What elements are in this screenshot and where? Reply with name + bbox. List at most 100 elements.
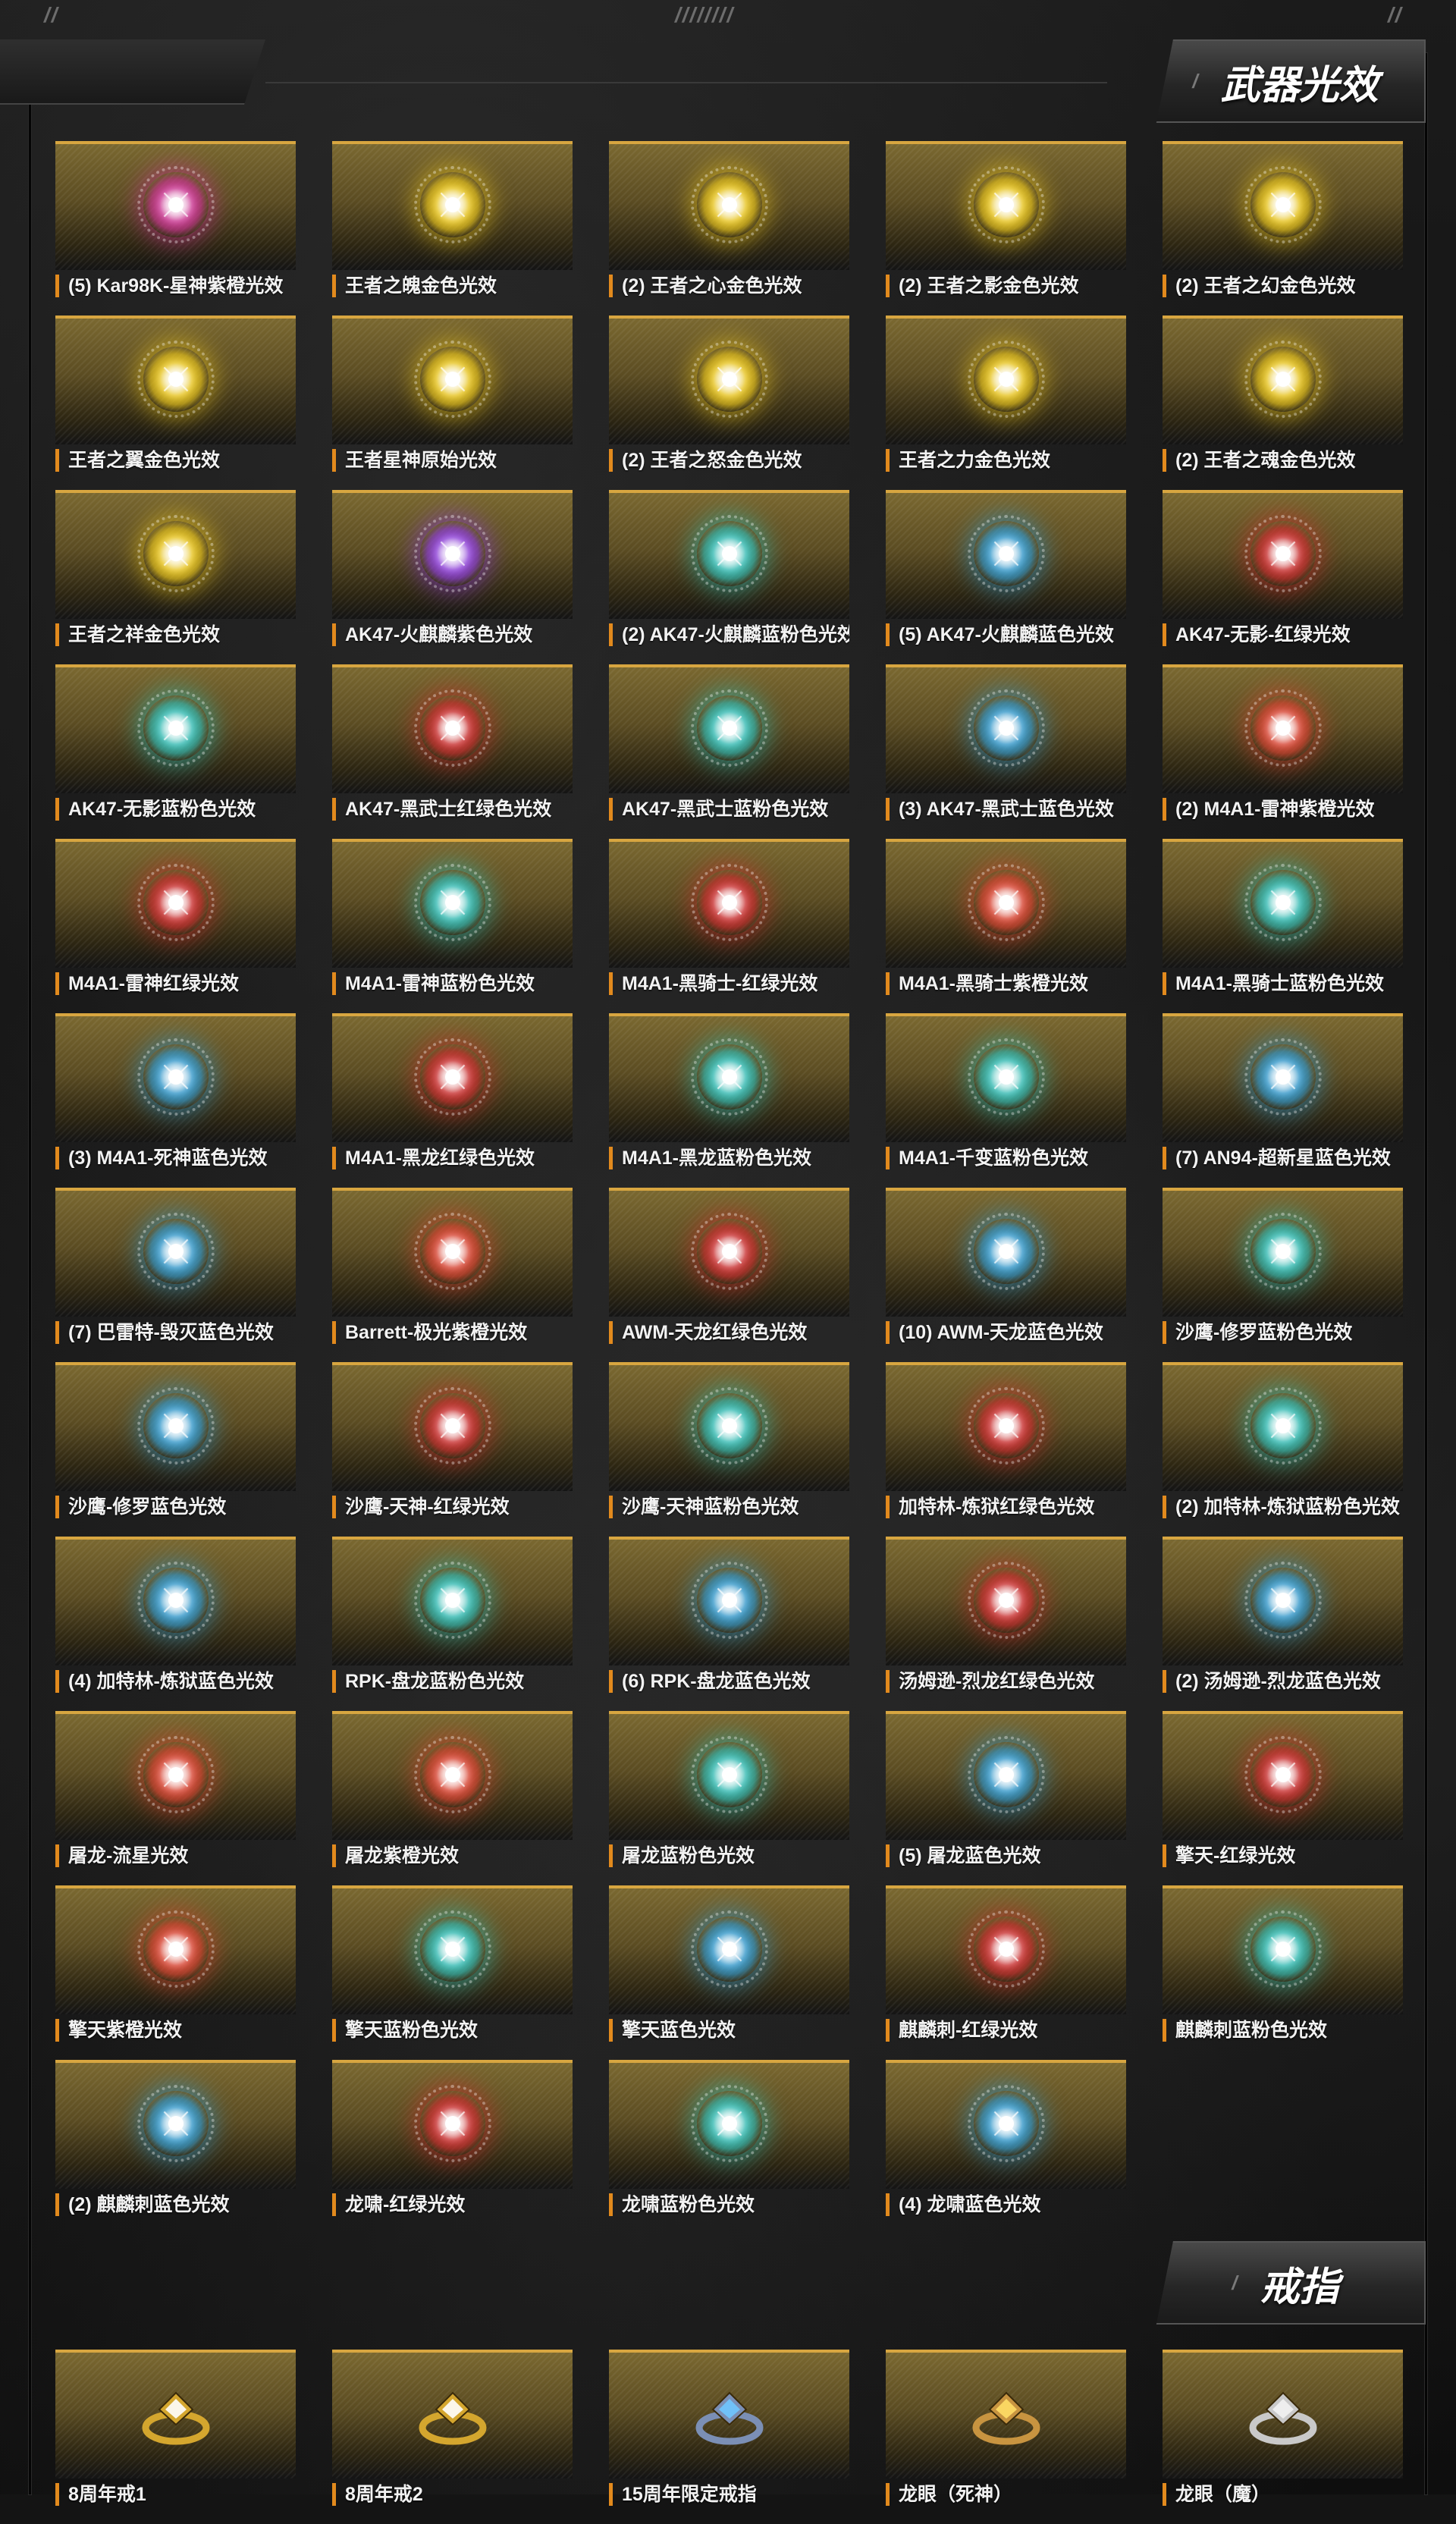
weapon-effect-card[interactable]: 擎天蓝色光效: [609, 1885, 849, 2060]
weapon-effect-card[interactable]: 屠龙蓝粉色光效: [609, 1711, 849, 1885]
weapon-effect-card[interactable]: 屠龙紫橙光效: [332, 1711, 573, 1885]
gold-ring-icon: [142, 2391, 209, 2445]
weapon-effect-card[interactable]: AK47-火麒麟紫色光效: [332, 490, 573, 664]
card-label: (2) AK47-火麒麟蓝粉色光效: [609, 623, 849, 646]
card-label: 汤姆逊-烈龙红绿色光效: [886, 1670, 1126, 1693]
card-thumbnail: [332, 490, 573, 619]
weapon-effect-card[interactable]: Barrett-极光紫橙光效: [332, 1188, 573, 1362]
glow-effect-icon: [690, 1212, 768, 1290]
card-label: 沙鹰-修罗蓝色光效: [55, 1496, 296, 1518]
weapon-effect-card[interactable]: (3) M4A1-死神蓝色光效: [55, 1013, 296, 1188]
weapon-effect-card[interactable]: 王者星神原始光效: [332, 316, 573, 490]
weapon-effect-card[interactable]: M4A1-黑骑士蓝粉色光效: [1163, 839, 1403, 1013]
weapon-effect-card[interactable]: M4A1-雷神红绿光效: [55, 839, 296, 1013]
weapon-effect-card[interactable]: (2) M4A1-雷神紫橙光效: [1163, 664, 1403, 839]
weapon-effect-card[interactable]: (4) 龙啸蓝色光效: [886, 2060, 1126, 2234]
weapon-effect-card[interactable]: 龙啸-红绿光效: [332, 2060, 573, 2234]
weapon-effect-card[interactable]: AK47-无影-红绿光效: [1163, 490, 1403, 664]
weapon-effect-card[interactable]: AWM-天龙红绿色光效: [609, 1188, 849, 1362]
card-thumbnail: [55, 1188, 296, 1317]
left-frame-border: [29, 53, 31, 2494]
header-divider: [265, 82, 1107, 83]
weapon-effect-card[interactable]: (2) 王者之魂金色光效: [1163, 316, 1403, 490]
weapon-effect-card[interactable]: (2) 王者之怒金色光效: [609, 316, 849, 490]
card-thumbnail: [886, 1885, 1126, 2014]
card-label: Barrett-极光紫橙光效: [332, 1321, 573, 1344]
card-thumbnail: [332, 2060, 573, 2189]
card-thumbnail: [1163, 1013, 1403, 1142]
weapon-effect-card[interactable]: 擎天-红绿光效: [1163, 1711, 1403, 1885]
ring-card[interactable]: 龙眼（魔）: [1163, 2350, 1403, 2524]
card-label: 擎天-红绿光效: [1163, 1844, 1403, 1867]
weapon-effect-card[interactable]: 龙啸蓝粉色光效: [609, 2060, 849, 2234]
ring-card[interactable]: 龙眼（死神）: [886, 2350, 1126, 2524]
weapon-effect-card[interactable]: M4A1-雷神蓝粉色光效: [332, 839, 573, 1013]
weapon-effect-card[interactable]: (6) RPK-盘龙蓝色光效: [609, 1537, 849, 1711]
weapon-effect-card[interactable]: AK47-无影蓝粉色光效: [55, 664, 296, 839]
weapon-effect-card[interactable]: 沙鹰-天神蓝粉色光效: [609, 1362, 849, 1537]
weapon-effect-card[interactable]: (7) 巴雷特-毁灭蓝色光效: [55, 1188, 296, 1362]
weapon-effect-card[interactable]: 加特林-炼狱红绿色光效: [886, 1362, 1126, 1537]
card-thumbnail: [55, 1711, 296, 1840]
weapon-effect-card[interactable]: (2) 王者之心金色光效: [609, 141, 849, 316]
weapon-effect-card[interactable]: (5) 屠龙蓝色光效: [886, 1711, 1126, 1885]
weapon-effect-card[interactable]: RPK-盘龙蓝粉色光效: [332, 1537, 573, 1711]
glow-effect-icon: [136, 1212, 215, 1290]
weapon-effect-card[interactable]: 汤姆逊-烈龙红绿色光效: [886, 1537, 1126, 1711]
card-label: 擎天蓝粉色光效: [332, 2019, 573, 2042]
weapon-effect-card[interactable]: 屠龙-流星光效: [55, 1711, 296, 1885]
card-label: (7) 巴雷特-毁灭蓝色光效: [55, 1321, 296, 1344]
card-thumbnail: [609, 1188, 849, 1317]
weapon-effect-card[interactable]: AK47-黑武士蓝粉色光效: [609, 664, 849, 839]
weapon-effect-card[interactable]: 王者之魄金色光效: [332, 141, 573, 316]
glow-effect-icon: [413, 2084, 491, 2162]
card-label: 15周年限定戒指: [609, 2483, 849, 2506]
weapon-effect-card[interactable]: 王者之力金色光效: [886, 316, 1126, 490]
card-label: M4A1-黑骑士-红绿光效: [609, 972, 849, 995]
weapon-effect-card[interactable]: 麒麟刺-红绿光效: [886, 1885, 1126, 2060]
ring-card[interactable]: 15周年限定戒指: [609, 2350, 849, 2524]
glow-effect-icon: [1244, 1910, 1322, 1988]
weapon-effect-card[interactable]: 沙鹰-修罗蓝色光效: [55, 1362, 296, 1537]
card-label: M4A1-雷神蓝粉色光效: [332, 972, 573, 995]
weapon-effect-card[interactable]: (5) AK47-火麒麟蓝色光效: [886, 490, 1126, 664]
card-thumbnail: [609, 1013, 849, 1142]
card-label: AK47-火麒麟紫色光效: [332, 623, 573, 646]
weapon-effect-card[interactable]: M4A1-黑骑士紫橙光效: [886, 839, 1126, 1013]
weapon-effect-card[interactable]: (10) AWM-天龙蓝色光效: [886, 1188, 1126, 1362]
weapon-effect-card[interactable]: (2) 加特林-炼狱蓝粉色光效: [1163, 1362, 1403, 1537]
card-label: 沙鹰-修罗蓝粉色光效: [1163, 1321, 1403, 1344]
weapon-effect-card[interactable]: M4A1-千变蓝粉色光效: [886, 1013, 1126, 1188]
weapon-effect-card[interactable]: 麒麟刺蓝粉色光效: [1163, 1885, 1403, 2060]
weapon-effect-card[interactable]: M4A1-黑骑士-红绿光效: [609, 839, 849, 1013]
weapon-effect-card[interactable]: 沙鹰-天神-红绿光效: [332, 1362, 573, 1537]
weapon-effect-card[interactable]: (3) AK47-黑武士蓝色光效: [886, 664, 1126, 839]
glow-effect-icon: [967, 2084, 1045, 2162]
weapon-effect-card[interactable]: 王者之祥金色光效: [55, 490, 296, 664]
weapon-effect-card[interactable]: (2) 麒麟刺蓝色光效: [55, 2060, 296, 2234]
section-title-mark: /: [1192, 69, 1198, 93]
glow-effect-icon: [967, 1910, 1045, 1988]
weapon-effect-card[interactable]: 擎天蓝粉色光效: [332, 1885, 573, 2060]
card-label: M4A1-黑龙蓝粉色光效: [609, 1147, 849, 1169]
weapon-effect-card[interactable]: (2) 汤姆逊-烈龙蓝色光效: [1163, 1537, 1403, 1711]
glow-effect-icon: [967, 514, 1045, 592]
weapon-effect-card[interactable]: (4) 加特林-炼狱蓝色光效: [55, 1537, 296, 1711]
weapon-effect-card[interactable]: (2) 王者之幻金色光效: [1163, 141, 1403, 316]
card-thumbnail: [55, 316, 296, 444]
card-label: 麒麟刺蓝粉色光效: [1163, 2019, 1403, 2042]
weapon-effect-card[interactable]: 王者之翼金色光效: [55, 316, 296, 490]
weapon-effect-card[interactable]: AK47-黑武士红绿色光效: [332, 664, 573, 839]
ring-card[interactable]: 8周年戒1: [55, 2350, 296, 2524]
weapon-effect-card[interactable]: M4A1-黑龙蓝粉色光效: [609, 1013, 849, 1188]
weapon-effect-card[interactable]: (5) Kar98K-星神紫橙光效: [55, 141, 296, 316]
glow-effect-icon: [967, 1735, 1045, 1813]
weapon-effect-card[interactable]: 擎天紫橙光效: [55, 1885, 296, 2060]
weapon-effect-card[interactable]: 沙鹰-修罗蓝粉色光效: [1163, 1188, 1403, 1362]
weapon-effect-card[interactable]: (2) AK47-火麒麟蓝粉色光效: [609, 490, 849, 664]
glow-effect-icon: [967, 1386, 1045, 1464]
ring-card[interactable]: 8周年戒2: [332, 2350, 573, 2524]
weapon-effect-card[interactable]: (7) AN94-超新星蓝色光效: [1163, 1013, 1403, 1188]
weapon-effect-card[interactable]: (2) 王者之影金色光效: [886, 141, 1126, 316]
weapon-effect-card[interactable]: M4A1-黑龙红绿色光效: [332, 1013, 573, 1188]
